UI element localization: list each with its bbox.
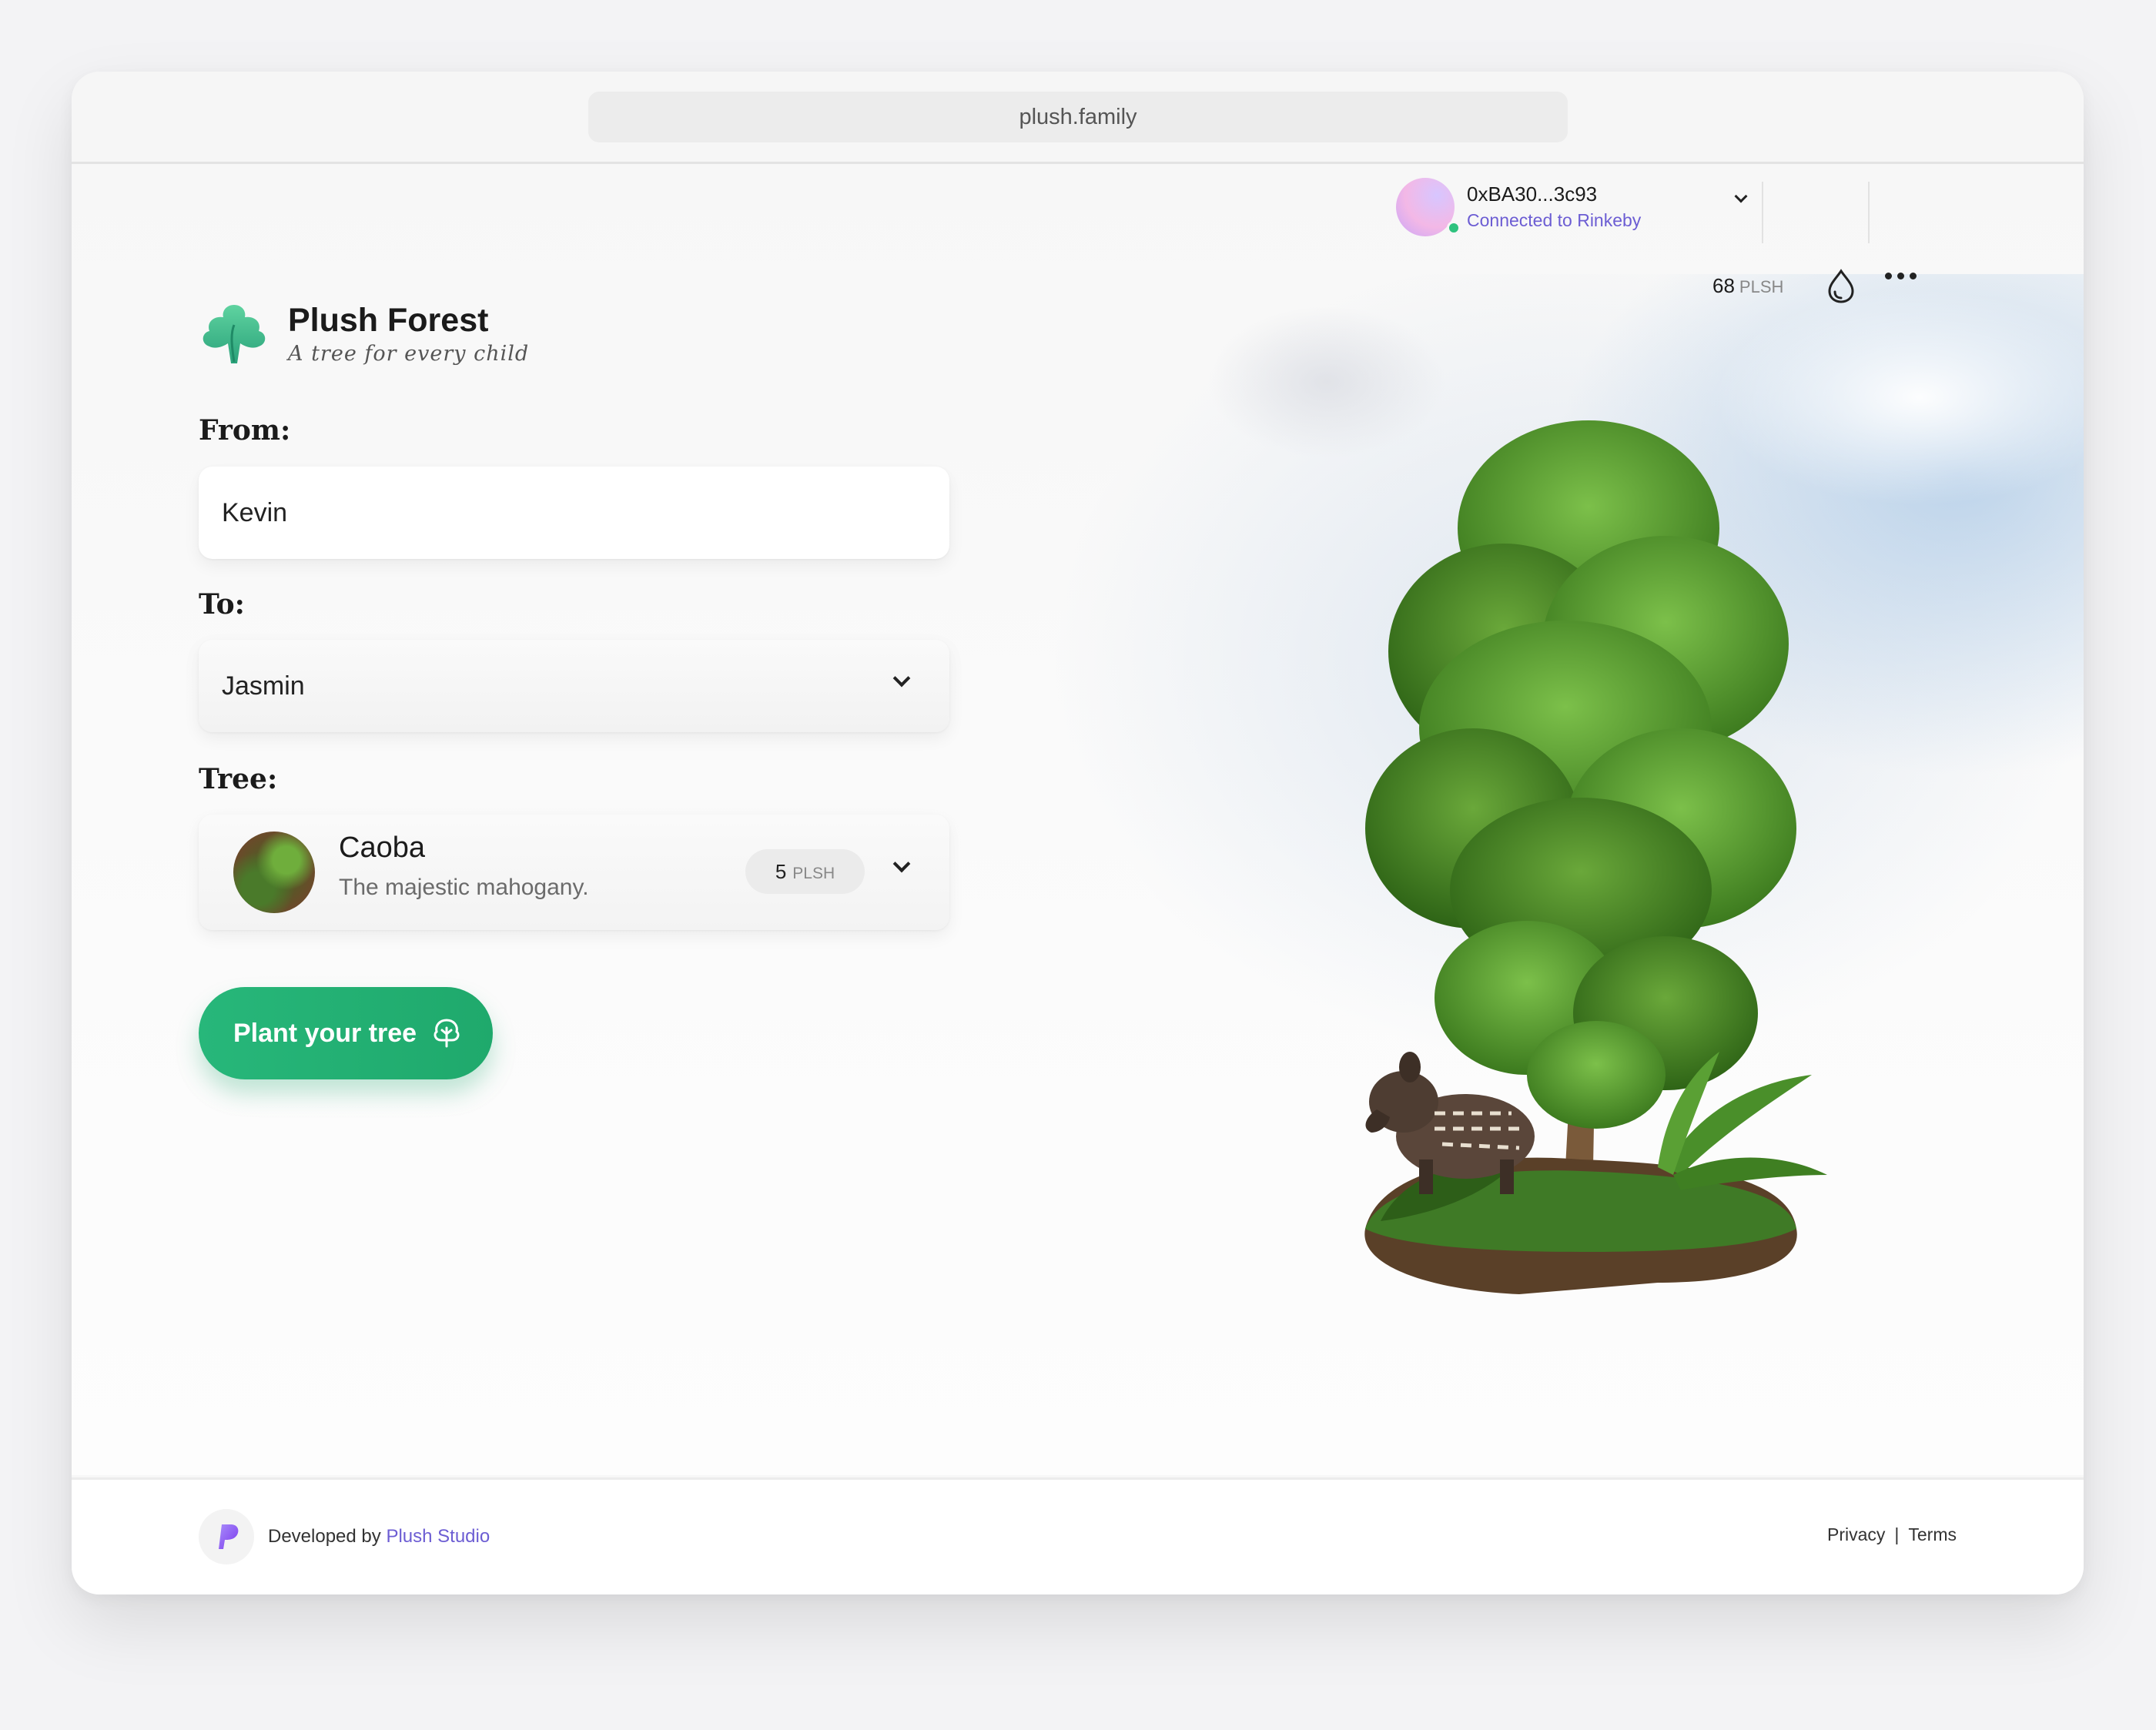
tree-icon bbox=[434, 1019, 460, 1048]
tree-name: Caoba bbox=[339, 832, 425, 864]
drop-icon[interactable] bbox=[1826, 269, 1856, 304]
tree-price-value: 5 bbox=[775, 860, 787, 883]
brand-tagline: A tree for every child bbox=[288, 342, 530, 366]
terms-link[interactable]: Terms bbox=[1908, 1524, 1957, 1544]
chevron-down-icon bbox=[892, 855, 911, 873]
privacy-link[interactable]: Privacy bbox=[1827, 1524, 1885, 1544]
balance: 68 PLSH bbox=[1712, 274, 1783, 298]
address-bar[interactable]: plush.family bbox=[588, 92, 1568, 142]
tree-thumbnail bbox=[233, 832, 315, 913]
balance-value: 68 bbox=[1712, 274, 1735, 297]
plush-logo-icon bbox=[219, 1524, 239, 1549]
tree-logo-icon bbox=[203, 305, 266, 363]
divider bbox=[1868, 182, 1870, 243]
tree-select[interactable]: Caoba The majestic mahogany. 5 PLSH bbox=[199, 815, 949, 930]
from-label: From: bbox=[199, 414, 291, 447]
chevron-down-icon bbox=[1734, 189, 1748, 203]
developed-by: Developed by Plush Studio bbox=[268, 1526, 490, 1548]
tree-description: The majestic mahogany. bbox=[339, 875, 589, 900]
more-options-icon[interactable] bbox=[1885, 273, 1917, 279]
to-select-value: Jasmin bbox=[222, 671, 305, 701]
to-select[interactable]: Jasmin bbox=[199, 640, 949, 732]
plant-tree-button-label: Plant your tree bbox=[233, 1018, 417, 1048]
divider bbox=[1762, 182, 1763, 243]
legal-separator: | bbox=[1894, 1524, 1900, 1544]
wallet-address: 0xBA30...3c93 bbox=[1467, 182, 1598, 206]
from-input[interactable]: Kevin bbox=[199, 467, 949, 559]
brand-title: Plush Forest bbox=[288, 302, 489, 339]
tree-label: Tree: bbox=[199, 763, 278, 795]
browser-chrome: plush.family bbox=[72, 72, 2084, 164]
tree-price-badge: 5 PLSH bbox=[745, 849, 865, 894]
footer: Developed by Plush Studio Privacy | Terms bbox=[72, 1477, 2084, 1594]
balance-unit: PLSH bbox=[1739, 277, 1784, 296]
developed-by-text: Developed by bbox=[268, 1526, 381, 1547]
plush-studio-logo[interactable] bbox=[199, 1509, 254, 1564]
network-status: Connected to Rinkeby bbox=[1467, 210, 1642, 230]
avatar bbox=[1396, 178, 1455, 236]
to-label: To: bbox=[199, 588, 245, 621]
plant-tree-button[interactable]: Plant your tree bbox=[199, 987, 493, 1079]
chevron-down-icon bbox=[892, 669, 911, 688]
tree-price-unit: PLSH bbox=[792, 865, 835, 882]
tree-illustration bbox=[1364, 420, 1827, 1294]
browser-window: plush.family Plush Forest A tree for eve… bbox=[72, 72, 2084, 1594]
online-status-dot bbox=[1447, 221, 1461, 235]
page-content: Plush Forest A tree for every child From… bbox=[72, 166, 2084, 1475]
brand[interactable]: Plush Forest A tree for every child bbox=[197, 297, 529, 371]
legal-links: Privacy | Terms bbox=[1827, 1524, 1957, 1545]
plush-studio-link[interactable]: Plush Studio bbox=[386, 1526, 490, 1547]
